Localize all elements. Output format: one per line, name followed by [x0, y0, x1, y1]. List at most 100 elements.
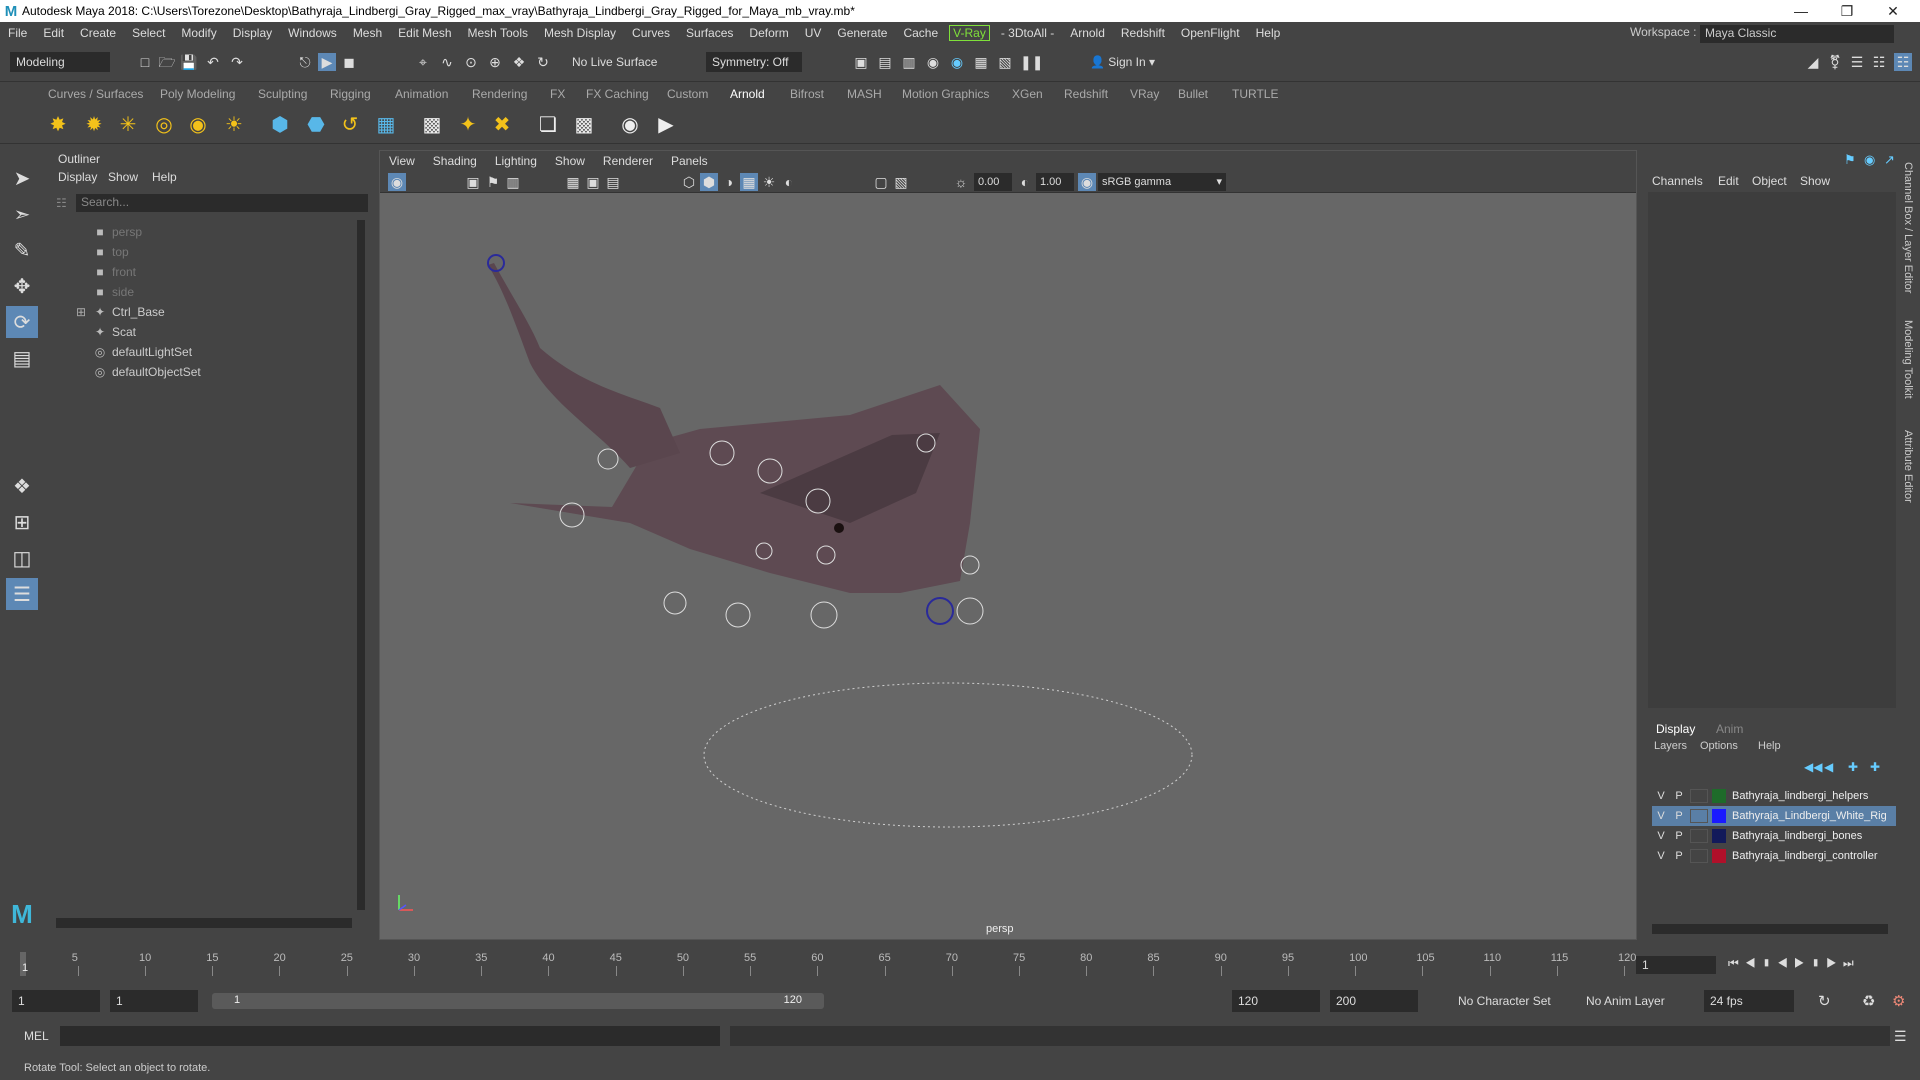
- close-icon[interactable]: ✕: [1870, 0, 1916, 22]
- shelf-tab-bifrost[interactable]: Bifrost: [790, 87, 824, 101]
- four-view-icon[interactable]: ⊞: [6, 506, 38, 538]
- shelf-tab-redshift[interactable]: Redshift: [1064, 87, 1108, 101]
- shelf-tab-fx-caching[interactable]: FX Caching: [586, 87, 649, 101]
- layer-row[interactable]: V P Bathyraja_lindbergi_controller: [1652, 846, 1896, 866]
- fps-dropdown[interactable]: 24 fps: [1704, 990, 1794, 1012]
- outliner-layout-icon[interactable]: ☰: [6, 578, 38, 610]
- skydome-light-icon[interactable]: ◎: [150, 110, 178, 138]
- menu-help[interactable]: Help: [1248, 26, 1289, 40]
- viewport-scene[interactable]: [380, 193, 1636, 939]
- menu-edit[interactable]: Edit: [35, 26, 72, 40]
- shelf-tab-poly-modeling[interactable]: Poly Modeling: [160, 87, 235, 101]
- vp-menu-panels[interactable]: Panels: [662, 154, 717, 168]
- ipr-render-icon[interactable]: ▤: [876, 53, 894, 71]
- open-scene-icon[interactable]: 🗁: [158, 53, 176, 71]
- playback-toggle[interactable]: P: [1670, 850, 1688, 862]
- menu-uv[interactable]: UV: [797, 26, 830, 40]
- grid-icon[interactable]: ▦: [564, 173, 582, 191]
- shelf-tab-curves-surfaces[interactable]: Curves / Surfaces: [48, 87, 143, 101]
- visibility-toggle[interactable]: V: [1652, 850, 1670, 862]
- restore-icon[interactable]: ❐: [1824, 0, 1870, 22]
- play-icon[interactable]: ▶: [1794, 956, 1811, 970]
- menu-modify[interactable]: Modify: [173, 26, 224, 40]
- pause-icon[interactable]: ❚❚: [1020, 53, 1043, 71]
- start-time-field[interactable]: 1: [12, 990, 100, 1012]
- menu-create[interactable]: Create: [72, 26, 124, 40]
- film-gate-icon[interactable]: ▣: [584, 173, 602, 191]
- render-view-icon[interactable]: ▩: [418, 110, 446, 138]
- mel-input[interactable]: [60, 1026, 720, 1046]
- go-to-end-icon[interactable]: ⏭: [1843, 956, 1860, 970]
- layer-color-swatch[interactable]: [1712, 809, 1726, 823]
- outliner-menu-show[interactable]: Show: [108, 170, 138, 184]
- rotate-tool-icon[interactable]: ⟳: [6, 306, 38, 338]
- colorspace-dropdown[interactable]: sRGB gamma ▾: [1098, 173, 1226, 191]
- display-type-toggle[interactable]: [1690, 789, 1708, 803]
- new-layer-selected-icon[interactable]: ✚: [1870, 760, 1880, 774]
- menu-3dtoall[interactable]: - 3DtoAll -: [993, 26, 1062, 40]
- shelf-tab-xgen[interactable]: XGen: [1012, 87, 1043, 101]
- shelf-tab-turtle[interactable]: TURTLE: [1232, 87, 1278, 101]
- playback-toggle[interactable]: P: [1670, 810, 1688, 822]
- snap-together-icon[interactable]: ↻: [534, 53, 552, 71]
- outliner-item[interactable]: ■ top: [92, 242, 128, 262]
- render-settings-icon[interactable]: ▥: [900, 53, 918, 71]
- curve-collector-icon[interactable]: ↺: [336, 110, 364, 138]
- shelf-tab-sculpting[interactable]: Sculpting: [258, 87, 307, 101]
- camera-select-icon[interactable]: ◉: [388, 173, 406, 191]
- textured-icon[interactable]: ◑: [720, 173, 738, 191]
- vray-render-icon[interactable]: ◉: [948, 53, 966, 71]
- side-tab-channel-box[interactable]: Channel Box / Layer Editor: [1902, 162, 1914, 293]
- menu-windows[interactable]: Windows: [280, 26, 345, 40]
- channel-box-toggle-icon[interactable]: ☷: [1894, 53, 1912, 71]
- resolution-gate-icon[interactable]: ▤: [604, 173, 622, 191]
- menu-generate[interactable]: Generate: [829, 26, 895, 40]
- step-back-key-icon[interactable]: ◀▮: [1745, 956, 1777, 970]
- channel-box-content[interactable]: [1648, 192, 1896, 708]
- outliner-item[interactable]: ◎ defaultLightSet: [92, 342, 192, 362]
- outliner-menu-display[interactable]: Display: [58, 170, 97, 184]
- menu-openflight[interactable]: OpenFlight: [1173, 26, 1248, 40]
- area-light-icon[interactable]: ✸: [44, 110, 72, 138]
- save-scene-icon[interactable]: 💾: [180, 53, 198, 71]
- menu-mesh-tools[interactable]: Mesh Tools: [460, 26, 536, 40]
- layer-name[interactable]: Bathyraja_lindbergi_helpers: [1732, 790, 1868, 802]
- tool-settings-icon[interactable]: ☷: [1870, 53, 1888, 71]
- shelf-tab-rendering[interactable]: Rendering: [472, 87, 527, 101]
- image-plane-icon[interactable]: ▥: [504, 173, 522, 191]
- flush-cache-icon[interactable]: ✦: [454, 110, 482, 138]
- shelf-tab-rigging[interactable]: Rigging: [330, 87, 371, 101]
- move-layer-up-icon[interactable]: ◀◀: [1804, 760, 1822, 774]
- layer-menu-layers[interactable]: Layers: [1654, 740, 1687, 752]
- layer-name[interactable]: Bathyraja_Lindbergi_White_Rig: [1732, 810, 1887, 822]
- color-management-icon[interactable]: ◉: [1078, 173, 1096, 191]
- physical-sky-icon[interactable]: ☀: [220, 110, 248, 138]
- character-set-dropdown[interactable]: No Character Set: [1452, 990, 1570, 1012]
- anim-layer-dropdown[interactable]: No Anim Layer: [1580, 990, 1690, 1012]
- range-slider-bar[interactable]: 1 120: [212, 993, 824, 1009]
- side-tab-attribute-editor[interactable]: Attribute Editor: [1902, 430, 1914, 503]
- flush-texture-icon[interactable]: ✖: [488, 110, 516, 138]
- menu-edit-mesh[interactable]: Edit Mesh: [390, 26, 459, 40]
- xray-icon[interactable]: ▦: [740, 173, 758, 191]
- playback-end-field[interactable]: 120: [1232, 990, 1320, 1012]
- tx-manager-icon[interactable]: ❏: [534, 110, 562, 138]
- attribute-editor-icon[interactable]: ☰: [1848, 53, 1866, 71]
- move-tool-icon[interactable]: ✥: [6, 270, 38, 302]
- new-scene-icon[interactable]: □: [136, 53, 154, 71]
- cb-menu-edit[interactable]: Edit: [1718, 174, 1739, 188]
- control-circle[interactable]: [810, 601, 838, 629]
- expand-icon[interactable]: ⊞: [76, 305, 86, 319]
- display-type-toggle[interactable]: [1690, 829, 1708, 843]
- layer-color-swatch[interactable]: [1712, 849, 1726, 863]
- snap-point-icon[interactable]: ⊙: [462, 53, 480, 71]
- export-standin-icon[interactable]: ⬣: [302, 110, 330, 138]
- gamma-field[interactable]: 1.00: [1036, 173, 1074, 191]
- layer-menu-options[interactable]: Options: [1700, 740, 1738, 752]
- menu-surfaces[interactable]: Surfaces: [678, 26, 741, 40]
- base-control-circle[interactable]: [703, 682, 1193, 828]
- single-view-icon[interactable]: ❖: [6, 470, 38, 502]
- layer-name[interactable]: Bathyraja_lindbergi_controller: [1732, 850, 1878, 862]
- mode-dropdown[interactable]: Modeling: [10, 52, 110, 72]
- step-back-icon[interactable]: ◀: [1777, 956, 1794, 970]
